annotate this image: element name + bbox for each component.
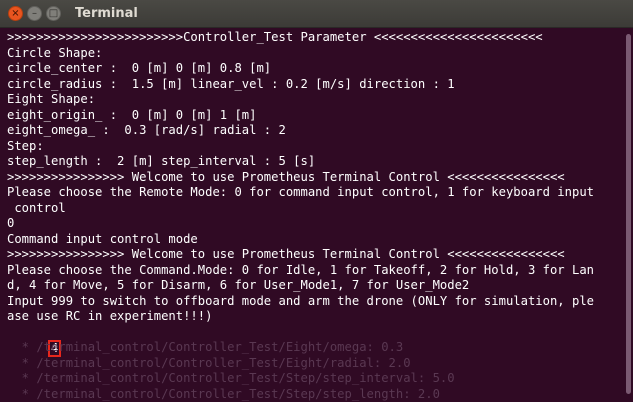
terminal-line: 0: [7, 216, 15, 230]
scrollbar-thumb[interactable]: [626, 34, 631, 394]
terminal-ghost-line: * /terminal_control/Controller_Test/Eigh…: [7, 340, 404, 354]
terminal-ghost-line: * /terminal_control/Controller_Test/Step…: [7, 386, 440, 401]
terminal-line: circle_center : 0 [m] 0 [m] 0.8 [m]: [7, 61, 272, 75]
title-bar[interactable]: × – □ Terminal: [0, 0, 633, 28]
terminal-line: d, 4 for Move, 5 for Disarm, 6 for User_…: [7, 278, 470, 292]
terminal-line: ase use RC in experiment!!!): [7, 309, 213, 323]
terminal-ghost-line: * /terminal_control/Controller_Test/Step…: [7, 371, 455, 385]
terminal-line: Eight Shape:: [7, 92, 96, 106]
terminal-line: control: [7, 200, 66, 215]
scrollbar[interactable]: [623, 28, 633, 402]
window-title: Terminal: [75, 6, 138, 21]
terminal-line: >>>>>>>>>>>>>>>> Welcome to use Promethe…: [7, 247, 565, 261]
terminal-line: eight_omega_ : 0.3 [rad/s] radial : 2: [7, 123, 286, 137]
terminal-line: Please choose the Command.Mode: 0 for Id…: [7, 262, 594, 277]
terminal-input-line[interactable]: 4: [7, 325, 623, 357]
terminal-line: Input 999 to switch to offboard mode and…: [7, 293, 594, 308]
terminal-line: circle_radius : 1.5 [m] linear_vel : 0.2…: [7, 76, 455, 91]
terminal-line: >>>>>>>>>>>>>>>> Welcome to use Promethe…: [7, 169, 565, 184]
close-button[interactable]: ×: [8, 6, 23, 21]
terminal-output[interactable]: >>>>>>>>>>>>>>>>>>>>>>>>Controller_Test …: [0, 28, 623, 402]
terminal-line: Please choose the Remote Mode: 0 for com…: [7, 185, 594, 199]
terminal-ghost-line: * /terminal_control/Controller_Test/Eigh…: [7, 355, 411, 370]
terminal-line: >>>>>>>>>>>>>>>>>>>>>>>>Controller_Test …: [7, 30, 543, 44]
terminal-line: eight_origin_ : 0 [m] 0 [m] 1 [m]: [7, 107, 257, 122]
terminal-line: Circle Shape:: [7, 45, 103, 60]
maximize-button[interactable]: □: [46, 6, 61, 21]
terminal-line: Command input control mode: [7, 231, 198, 246]
minimize-button[interactable]: –: [27, 6, 42, 21]
terminal-line: step_length : 2 [m] step_interval : 5 [s…: [7, 154, 316, 168]
terminal-line: Step:: [7, 138, 44, 153]
terminal-window: × – □ Terminal >>>>>>>>>>>>>>>>>>>>>>>>C…: [0, 0, 633, 402]
